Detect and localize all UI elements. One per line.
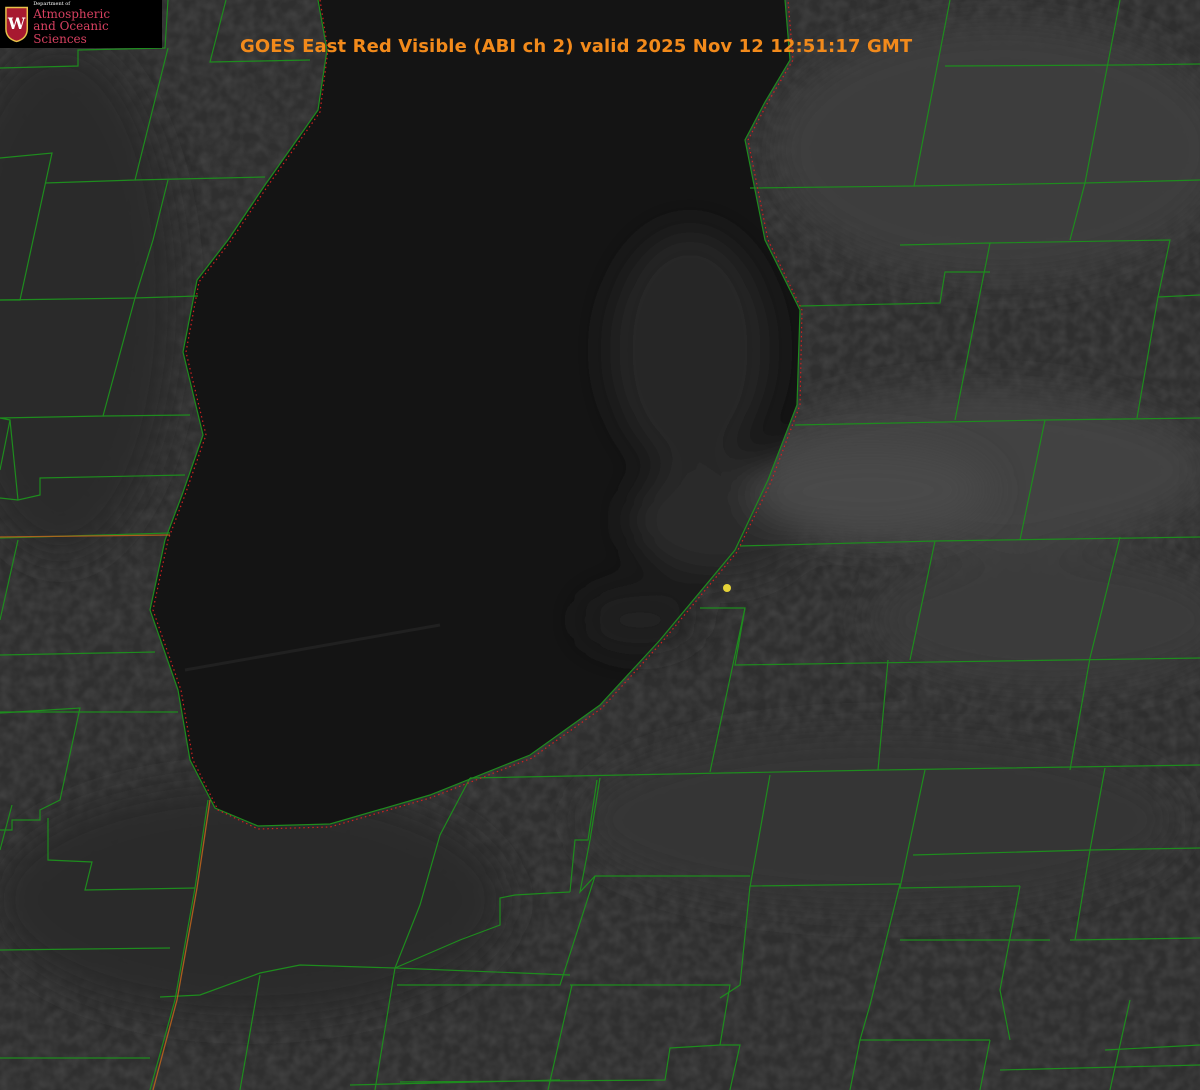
uw-aos-logo: W Department of Atmospheric and Oceanic … [0, 0, 162, 48]
university-seal-icon: W [5, 6, 28, 43]
image-title: GOES East Red Visible (ABI ch 2) valid 2… [240, 36, 913, 57]
logo-line2: and Oceanic Sciences [33, 19, 109, 46]
svg-text:W: W [7, 14, 26, 33]
satellite-map [0, 0, 1200, 1090]
location-dot [723, 584, 731, 592]
